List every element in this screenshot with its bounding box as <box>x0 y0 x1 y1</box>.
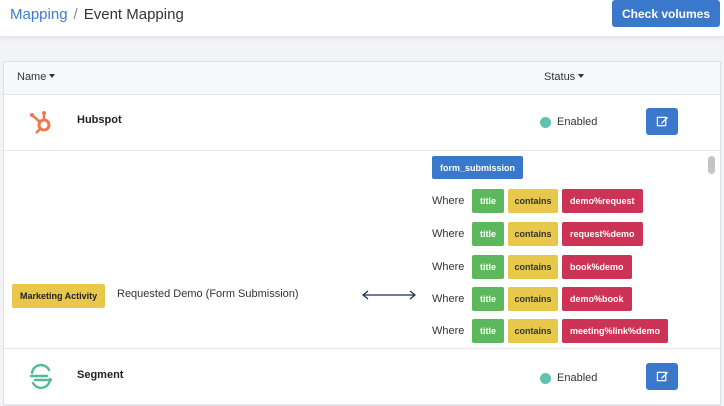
condition-row: Where title contains meeting%link%demo <box>432 319 669 343</box>
status-column-label: Status <box>544 71 576 83</box>
breadcrumb-mapping-link[interactable]: Mapping <box>10 6 68 23</box>
breadcrumb: Mapping / Event Mapping <box>10 6 184 23</box>
edit-icon <box>656 116 668 127</box>
where-label: Where <box>432 293 465 305</box>
condition-operator: contains <box>508 319 558 343</box>
edit-button[interactable] <box>646 108 678 135</box>
name-column-header[interactable]: Name <box>17 71 56 83</box>
where-label: Where <box>432 261 465 273</box>
sort-caret-icon <box>49 74 56 78</box>
status-indicator: Enabled <box>540 116 597 128</box>
condition-value: meeting%link%demo <box>562 319 669 343</box>
condition-operator: contains <box>508 189 558 213</box>
condition-row: Where title contains demo%request <box>432 189 643 213</box>
condition-field: title <box>472 255 504 279</box>
status-column-header[interactable]: Status <box>544 71 585 83</box>
mapping-scrollbar[interactable] <box>706 151 716 348</box>
condition-operator: contains <box>508 222 558 246</box>
edit-button[interactable] <box>646 363 678 390</box>
condition-field: title <box>472 222 504 246</box>
condition-field: title <box>472 319 504 343</box>
breadcrumb-separator: / <box>73 6 78 23</box>
integrations-table: Name Status Hubspot Enabled form_submiss… <box>3 61 721 406</box>
edit-icon <box>656 371 668 382</box>
condition-value: request%demo <box>562 222 643 246</box>
activity-type-badge: Marketing Activity <box>12 284 106 308</box>
enabled-dot-icon <box>540 372 551 384</box>
event-mapping-detail: form_submission Where title contains dem… <box>4 151 720 349</box>
name-column-label: Name <box>17 71 47 83</box>
condition-value: demo%request <box>562 189 643 213</box>
table-row[interactable]: Hubspot Enabled <box>4 95 720 151</box>
breadcrumb-current: Event Mapping <box>83 6 184 23</box>
condition-operator: contains <box>508 255 558 279</box>
enabled-dot-icon <box>540 116 551 128</box>
bidirectional-arrow-icon <box>362 290 416 300</box>
scrollbar-thumb[interactable] <box>708 156 715 174</box>
top-bar: Mapping / Event Mapping Check volumes <box>0 0 724 36</box>
table-header: Name Status <box>4 62 720 95</box>
check-volumes-button[interactable]: Check volumes <box>612 0 720 27</box>
where-label: Where <box>432 228 465 240</box>
status-label: Enabled <box>557 116 598 128</box>
condition-field: title <box>472 287 504 311</box>
mapped-event-name: Requested Demo (Form Submission) <box>117 288 299 300</box>
table-row[interactable]: Segment Enabled <box>4 349 720 405</box>
sort-caret-icon <box>578 74 585 78</box>
condition-row: Where title contains demo%book <box>432 287 632 311</box>
status-indicator: Enabled <box>540 372 597 384</box>
status-label: Enabled <box>557 372 598 384</box>
condition-value: book%demo <box>562 255 632 279</box>
condition-row: Where title contains request%demo <box>432 222 643 246</box>
condition-field: title <box>472 189 504 213</box>
integration-name: Segment <box>77 369 124 381</box>
where-label: Where <box>432 195 465 207</box>
source-event-tag: form_submission <box>432 156 524 179</box>
condition-operator: contains <box>508 287 558 311</box>
condition-value: demo%book <box>562 287 632 311</box>
segment-icon <box>29 363 53 390</box>
where-label: Where <box>432 325 465 337</box>
condition-row: Where title contains book%demo <box>432 255 632 279</box>
hubspot-icon <box>30 111 51 134</box>
integration-name: Hubspot <box>77 114 122 126</box>
